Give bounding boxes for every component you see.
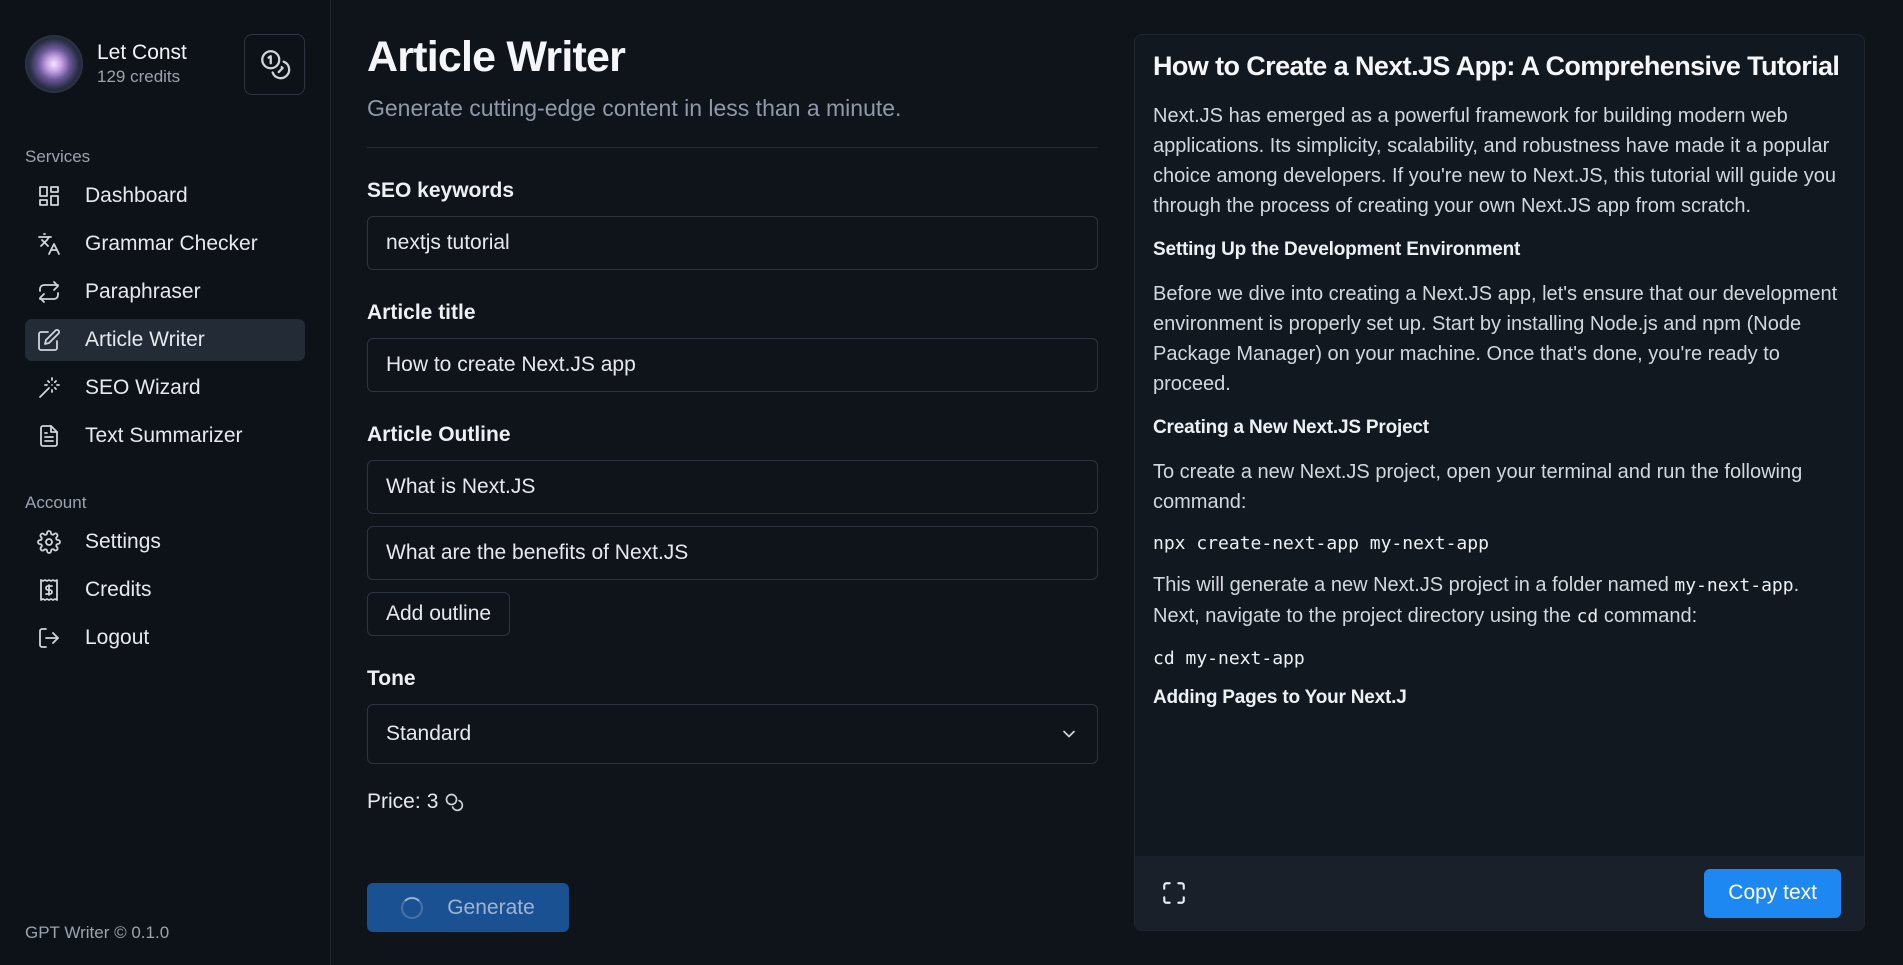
user-profile: Let Const 129 credits: [25, 25, 305, 103]
coins-icon: [446, 793, 464, 812]
price: Price: 3: [367, 790, 1137, 814]
sidebar-item-grammar-checker[interactable]: Grammar Checker: [25, 223, 305, 265]
article-paragraph-generate: This will generate a new Next.JS project…: [1153, 570, 1848, 632]
text: This will generate a new Next.JS project…: [1153, 574, 1675, 596]
article-title-label: Article title: [367, 301, 476, 324]
article-heading-create: Creating a New Next.JS Project: [1153, 417, 1429, 438]
dashboard-icon: [39, 186, 59, 206]
outline-input-1[interactable]: What is Next.JS: [367, 460, 1098, 514]
article-outline-label: Article Outline: [367, 423, 511, 446]
profile-credits: 129 credits: [97, 67, 181, 86]
article-form: Article Writer Generate cutting-edge con…: [331, 0, 1137, 965]
sidebar-item-article-writer[interactable]: Article Writer: [25, 319, 305, 361]
sidebar-item-label: Paraphraser: [85, 280, 201, 303]
price-value: 3: [426, 790, 439, 813]
coins-icon: [260, 50, 290, 80]
sidebar-item-seo-wizard[interactable]: SEO Wizard: [25, 367, 305, 409]
gear-icon: [37, 530, 61, 554]
article-title: How to Create a Next.JS App: A Comprehen…: [1153, 51, 1840, 81]
outline-value: What are the benefits of Next.JS: [386, 541, 689, 564]
article-paragraph-setup: Before we dive into creating a Next.JS a…: [1153, 283, 1838, 395]
page-title: Article Writer: [367, 33, 626, 81]
outline-value: What is Next.JS: [386, 475, 536, 498]
sidebar-item-text-summarizer[interactable]: Text Summarizer: [25, 415, 305, 457]
code-create-command: npx create-next-app my-next-app: [1153, 533, 1489, 554]
page-subtitle: Generate cutting-edge content in less th…: [367, 95, 902, 121]
sidebar-item-settings[interactable]: Settings: [25, 521, 305, 563]
sidebar-item-label: Credits: [85, 578, 152, 601]
avatar[interactable]: [25, 35, 83, 93]
inline-code: my-next-app: [1674, 575, 1794, 596]
tone-select[interactable]: Standard: [367, 704, 1098, 764]
sidebar-item-credits[interactable]: Credits: [25, 569, 305, 611]
chevron-down-icon: [1063, 730, 1075, 738]
sidebar-item-label: Text Summarizer: [85, 424, 243, 447]
inline-code: cd: [1576, 606, 1599, 627]
article-paragraph-create: To create a new Next.JS project, open yo…: [1153, 461, 1803, 513]
receipt-dollar-icon: [40, 579, 58, 601]
seo-keywords-input[interactable]: nextjs tutorial: [367, 216, 1098, 270]
logout-icon: [39, 628, 59, 648]
app-root: Let Const 129 credits Services Dashboard: [0, 0, 1903, 965]
article-heading-pages: Adding Pages to Your Next.J: [1153, 687, 1407, 708]
sidebar-item-label: Logout: [85, 626, 150, 649]
profile-text: Let Const 129 credits: [97, 40, 244, 88]
sidebar-item-logout[interactable]: Logout: [25, 617, 305, 659]
sidebar-item-label: Grammar Checker: [85, 232, 258, 255]
article-heading-setup: Setting Up the Development Environment: [1153, 239, 1521, 260]
article-panel-footer: Copy text: [1135, 856, 1864, 930]
repeat-icon: [39, 281, 59, 303]
edit-icon: [38, 329, 60, 351]
document-icon: [40, 425, 58, 447]
sidebar: Let Const 129 credits Services Dashboard: [0, 0, 331, 965]
translate-icon: [38, 233, 60, 255]
profile-name: Let Const: [97, 41, 187, 64]
article-title-value: How to create Next.JS app: [386, 353, 636, 376]
article-content: How to Create a Next.JS App: A Comprehen…: [1135, 35, 1864, 857]
generate-button[interactable]: Generate: [367, 883, 569, 932]
generate-label: Generate: [447, 895, 535, 919]
sidebar-item-label: Settings: [85, 530, 161, 553]
sidebar-item-label: Article Writer: [85, 328, 205, 351]
tone-value: Standard: [386, 722, 472, 745]
article-title-input[interactable]: How to create Next.JS app: [367, 338, 1098, 392]
article-intro: Next.JS has emerged as a powerful framew…: [1153, 105, 1837, 217]
copy-text-button[interactable]: Copy text: [1704, 868, 1841, 918]
code-cd-command: cd my-next-app: [1153, 648, 1305, 669]
services-section-title: Services: [25, 147, 91, 166]
sidebar-item-paraphraser[interactable]: Paraphraser: [25, 271, 305, 313]
loading-spinner-icon: [401, 896, 424, 919]
magic-wand-icon: [39, 377, 60, 398]
app-version: GPT Writer © 0.1.0: [25, 923, 170, 942]
sidebar-item-label: SEO Wizard: [85, 376, 201, 399]
sidebar-item-label: Dashboard: [85, 184, 188, 207]
account-section-title: Account: [25, 493, 87, 512]
price-label: Price:: [367, 790, 421, 813]
seo-keywords-label: SEO keywords: [367, 179, 515, 202]
fullscreen-icon[interactable]: [1161, 880, 1187, 906]
buy-credits-button[interactable]: [244, 33, 305, 95]
divider: [367, 147, 1098, 148]
tone-label: Tone: [367, 667, 416, 690]
outline-input-2[interactable]: What are the benefits of Next.JS: [367, 526, 1098, 580]
sidebar-item-dashboard[interactable]: Dashboard: [25, 175, 305, 217]
seo-keywords-value: nextjs tutorial: [386, 231, 510, 254]
text: command:: [1598, 605, 1698, 627]
article-output-panel: How to Create a Next.JS App: A Comprehen…: [1134, 34, 1865, 931]
add-outline-button[interactable]: Add outline: [367, 592, 511, 636]
